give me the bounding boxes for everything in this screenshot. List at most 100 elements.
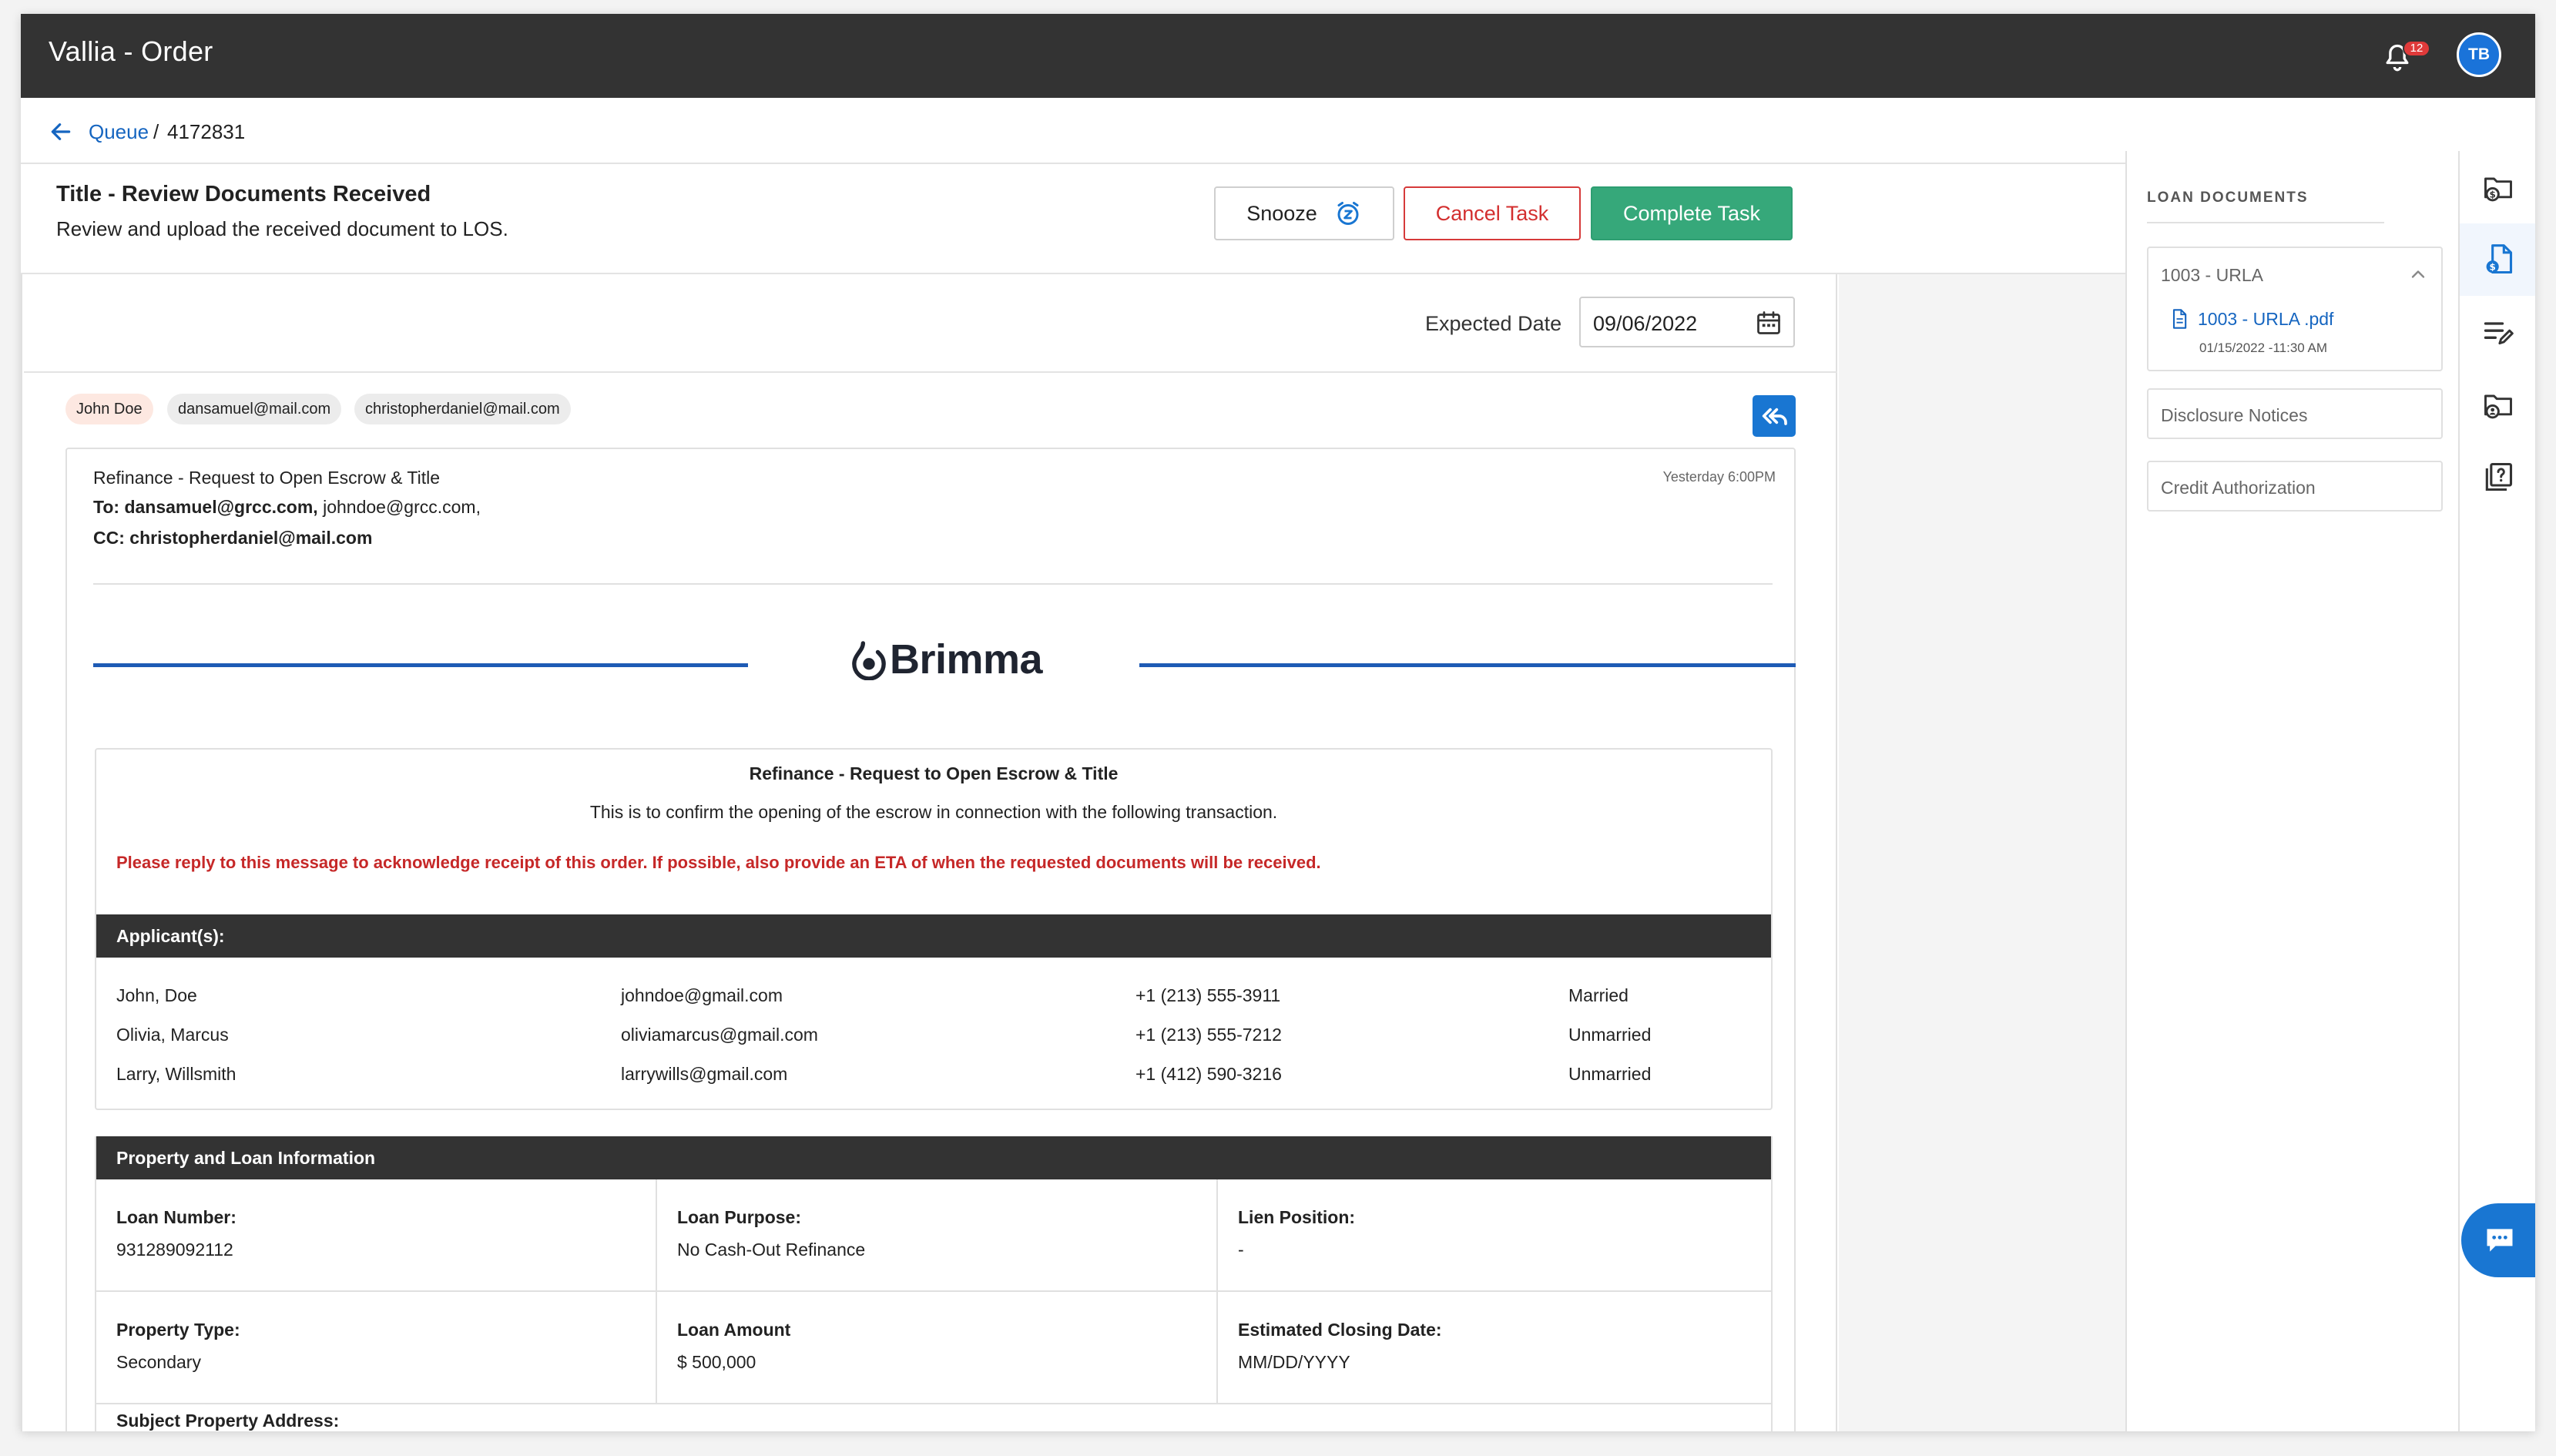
rail-borrower-folder[interactable] [2460, 368, 2535, 441]
user-avatar[interactable]: TB [2457, 32, 2501, 77]
applicants-header: Applicant(s): [96, 914, 1771, 958]
chat-button[interactable] [2461, 1203, 2535, 1277]
task-subtitle: Review and upload the received document … [56, 217, 508, 240]
date-row-divider [24, 371, 1837, 373]
breadcrumb-order-id: 4172831 [167, 120, 246, 143]
acknowledge-warning: Please reply to this message to acknowle… [116, 853, 1321, 872]
lien-position-cell: Lien Position: - [1218, 1179, 1771, 1292]
loan-number-label: Loan Number: [116, 1207, 236, 1227]
applicant-row: Larry, Willsmith larrywills@gmail.com +1… [96, 1064, 1771, 1087]
notification-count-badge: 12 [2403, 40, 2430, 57]
expected-date-value: 09/06/2022 [1593, 312, 1698, 335]
calendar-icon[interactable] [1755, 309, 1783, 337]
order-summary-box: Refinance - Request to Open Escrow & Tit… [95, 748, 1773, 1110]
snooze-alarm-icon [1337, 202, 1359, 225]
person-folder-icon [2484, 394, 2512, 419]
doc-group-name: Credit Authorization [2161, 478, 2316, 498]
doc-file-name: 1003 - URLA .pdf [2198, 308, 2334, 329]
applicant-phone: +1 (213) 555-7212 [1135, 1025, 1282, 1045]
task-title: Title - Review Documents Received [56, 182, 431, 206]
loan-number-value: 931289092112 [116, 1240, 233, 1260]
recipient-chip[interactable]: christopherdaniel@mail.com [354, 394, 571, 424]
email-header-divider [93, 583, 1773, 585]
lien-position-value: - [1238, 1240, 1244, 1260]
breadcrumb-queue-link[interactable]: Queue [89, 120, 149, 144]
email-subject: Refinance - Request to Open Escrow & Tit… [93, 468, 440, 488]
brimma-drop-icon [852, 641, 886, 680]
loan-amount-cell: Loan Amount $ 500,000 [657, 1292, 1218, 1404]
doc-group-urla[interactable]: 1003 - URLA 1003 - URLA .pdf 01/15/2022 … [2147, 247, 2443, 371]
applicant-name: Larry, Willsmith [116, 1064, 236, 1084]
loan-documents-title-underline [2147, 222, 2384, 223]
svg-text:$: $ [2490, 262, 2496, 273]
doc-group-name: Disclosure Notices [2161, 405, 2308, 425]
rail-help-docs[interactable] [2460, 441, 2535, 513]
chevron-up-icon[interactable] [2407, 263, 2429, 285]
brand-logo: Brimma [851, 636, 1043, 683]
applicant-row: Olivia, Marcus oliviamarcus@gmail.com +1… [96, 1025, 1771, 1048]
applicant-status: Married [1568, 985, 1629, 1005]
applicant-phone: +1 (412) 590-3216 [1135, 1064, 1282, 1084]
order-summary-description: This is to confirm the opening of the es… [589, 802, 1278, 822]
recipient-chip[interactable]: John Doe [65, 394, 153, 424]
brand-line-right [1139, 663, 1796, 667]
applicant-email: oliviamarcus@gmail.com [621, 1025, 818, 1045]
reply-all-icon [1762, 408, 1787, 425]
pdf-file-icon [2172, 309, 2187, 329]
snooze-button[interactable]: Snooze [1214, 186, 1394, 240]
loan-purpose-label: Loan Purpose: [677, 1207, 802, 1227]
doc-file-link[interactable]: 1003 - URLA .pdf [2169, 308, 2333, 330]
subject-property-address-label: Subject Property Address: [116, 1411, 340, 1431]
rail-loan-documents[interactable]: $ [2460, 223, 2535, 296]
loan-documents-title: LOAN DOCUMENTS [2147, 190, 2309, 206]
money-folder-icon: $ [2484, 177, 2512, 202]
loan-documents-panel: LOAN DOCUMENTS 1003 - URLA 1003 - URLA .… [2125, 151, 2458, 1431]
reply-all-button[interactable] [1753, 395, 1796, 437]
rail-loan-folder[interactable]: $ [2460, 151, 2535, 223]
closing-date-cell: Estimated Closing Date: MM/DD/YYYY [1218, 1292, 1771, 1404]
property-type-cell: Property Type: Secondary [96, 1292, 657, 1404]
property-loan-header: Property and Loan Information [96, 1136, 1771, 1179]
email-to-label: To: [93, 497, 120, 517]
property-type-value: Secondary [116, 1352, 201, 1372]
brand-line-left [93, 663, 748, 667]
applicant-name: Olivia, Marcus [116, 1025, 229, 1045]
expected-date-label: Expected Date [1425, 312, 1562, 335]
loan-purpose-value: No Cash-Out Refinance [677, 1240, 866, 1260]
lien-position-label: Lien Position: [1238, 1207, 1356, 1227]
question-document-icon [2485, 462, 2513, 491]
complete-task-button[interactable]: Complete Task [1591, 186, 1793, 240]
email-timestamp: Yesterday 6:00PM [1662, 469, 1776, 485]
doc-file-timestamp: 01/15/2022 -11:30 AM [2199, 341, 2328, 355]
notes-edit-icon [2484, 322, 2514, 345]
rail-notes[interactable] [2460, 296, 2535, 368]
app-window: Vallia - Order 12 TB Queue / 4172831 Tit… [21, 14, 2535, 1431]
svg-text:$: $ [2490, 189, 2496, 200]
money-document-icon: $ [2486, 244, 2513, 274]
email-to-primary: dansamuel@grcc.com, [124, 497, 318, 517]
loan-number-cell: Loan Number: 931289092112 [96, 1179, 657, 1292]
property-loan-info: Property and Loan Information Loan Numbe… [95, 1136, 1773, 1431]
cancel-task-button[interactable]: Cancel Task [1404, 186, 1581, 240]
email-to-secondary: johndoe@grcc.com, [323, 497, 481, 517]
email-cc-line: CC: christopherdaniel@mail.com [93, 528, 372, 549]
applicant-name: John, Doe [116, 985, 197, 1005]
app-title: Vallia - Order [49, 35, 213, 67]
expected-date-input[interactable]: 09/06/2022 [1579, 297, 1795, 347]
closing-date-value: MM/DD/YYYY [1238, 1352, 1350, 1372]
doc-group-disclosure-notices[interactable]: Disclosure Notices [2147, 388, 2443, 439]
applicant-phone: +1 (213) 555-3911 [1135, 985, 1281, 1005]
email-cc-label: CC: [93, 528, 125, 548]
breadcrumb-separator: / [153, 120, 159, 143]
recipient-chip[interactable]: dansamuel@mail.com [167, 394, 342, 424]
empty-gutter [1839, 274, 2125, 1431]
applicant-row: John, Doe johndoe@gmail.com +1 (213) 555… [96, 985, 1771, 1008]
brand-name: Brimma [890, 636, 1043, 683]
applicant-status: Unmarried [1568, 1064, 1652, 1084]
applicant-email: johndoe@gmail.com [621, 985, 783, 1005]
applicant-status: Unmarried [1568, 1025, 1652, 1045]
doc-group-credit-authorization[interactable]: Credit Authorization [2147, 461, 2443, 512]
back-arrow-icon[interactable] [49, 119, 73, 144]
top-bar: Vallia - Order 12 TB [21, 14, 2535, 98]
loan-purpose-cell: Loan Purpose: No Cash-Out Refinance [657, 1179, 1218, 1292]
